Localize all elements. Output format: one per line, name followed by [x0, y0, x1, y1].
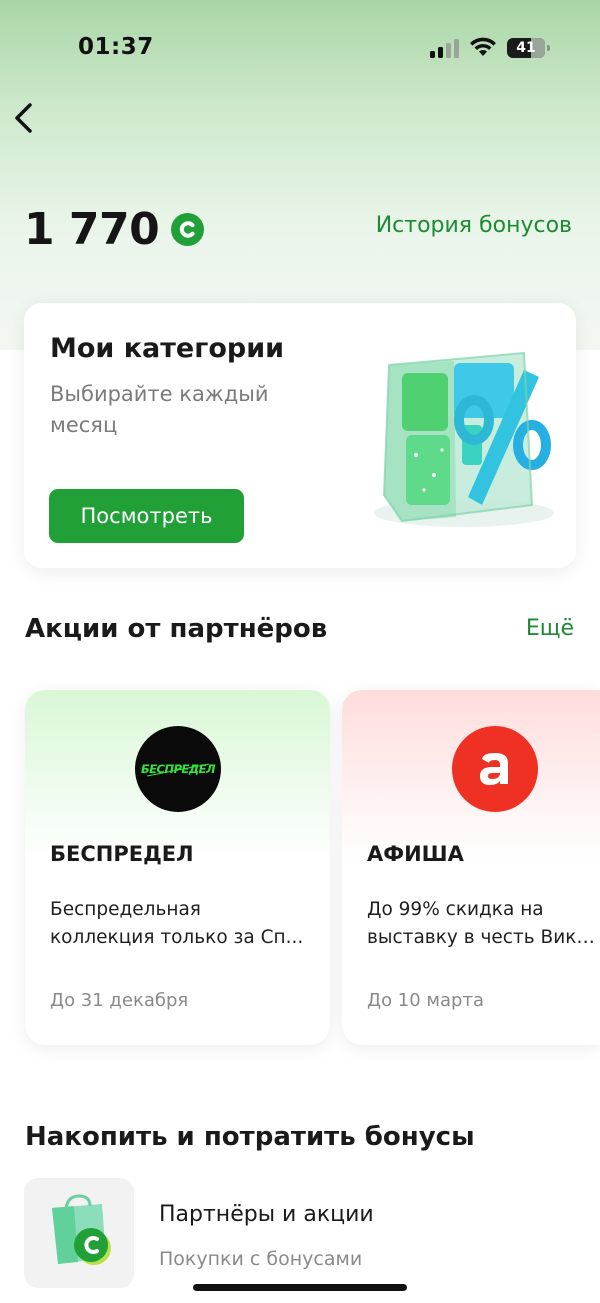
- percent-gift-illustration: [374, 351, 554, 527]
- home-indicator[interactable]: [193, 1284, 407, 1291]
- battery-level: 41: [516, 40, 536, 56]
- promo-description: Беспредельная коллекция только за Сп...: [50, 896, 315, 952]
- list-item-title: Партнёры и акции: [159, 1202, 374, 1227]
- bonus-c-icon: [171, 213, 205, 246]
- promo-description: До 99% скидка на выставку в честь Викто.…: [367, 896, 600, 952]
- cellular-signal-icon: [430, 39, 460, 58]
- promo-description-line: выставку в честь Викто...: [367, 927, 600, 948]
- battery-indicator: 41: [507, 38, 550, 58]
- bonus-history-link[interactable]: История бонусов: [376, 213, 572, 238]
- bespredel-logo: БЕСПРЕДЕЛ: [135, 726, 221, 812]
- list-item-partners-promos[interactable]: Партнёры и акции Покупки с бонусами: [24, 1178, 584, 1288]
- promo-date: До 10 марта: [367, 990, 484, 1011]
- list-item-subtitle: Покупки с бонусами: [159, 1248, 363, 1270]
- promo-description-line: коллекция только за Сп...: [50, 927, 304, 948]
- promo-date: До 31 декабря: [50, 990, 189, 1011]
- status-time: 01:37: [78, 34, 154, 60]
- status-bar: 01:37 41: [0, 0, 600, 96]
- view-categories-button[interactable]: Посмотреть: [49, 489, 244, 543]
- categories-subtitle: Выбирайте каждый месяц: [50, 382, 269, 437]
- wifi-icon: [470, 37, 496, 56]
- svg-text:БЕСПРЕДЕЛ: БЕСПРЕДЕЛ: [141, 762, 216, 776]
- partners-section-title: Акции от партнёров: [25, 614, 328, 644]
- earn-spend-section-title: Накопить и потратить бонусы: [25, 1122, 475, 1152]
- bonus-balance: 1 770: [24, 204, 205, 255]
- afisha-logo: [452, 726, 538, 812]
- my-categories-card: Мои категории Выбирайте каждый месяц Пос…: [24, 303, 576, 568]
- shopping-bag-bonus-icon: [24, 1178, 134, 1288]
- promo-description-line: До 99% скидка на: [367, 899, 544, 920]
- chevron-left-icon[interactable]: [10, 100, 42, 136]
- promo-partner-name: БЕСПРЕДЕЛ: [50, 842, 194, 866]
- promo-card-bespredel[interactable]: БЕСПРЕДЕЛ БЕСПРЕДЕЛ Беспредельная коллек…: [25, 690, 330, 1045]
- bespredel-logo-mark: БЕСПРЕДЕЛ: [141, 762, 217, 777]
- more-partners-link[interactable]: Ещё: [526, 616, 574, 641]
- promo-card-afisha[interactable]: АФИША До 99% скидка на выставку в честь …: [342, 690, 600, 1045]
- afisha-logo-mark: [480, 753, 508, 785]
- balance-value: 1 770: [24, 204, 160, 255]
- promo-partner-name: АФИША: [367, 842, 464, 866]
- categories-title: Мои категории: [50, 333, 285, 364]
- promo-description-line: Беспредельная: [50, 899, 201, 920]
